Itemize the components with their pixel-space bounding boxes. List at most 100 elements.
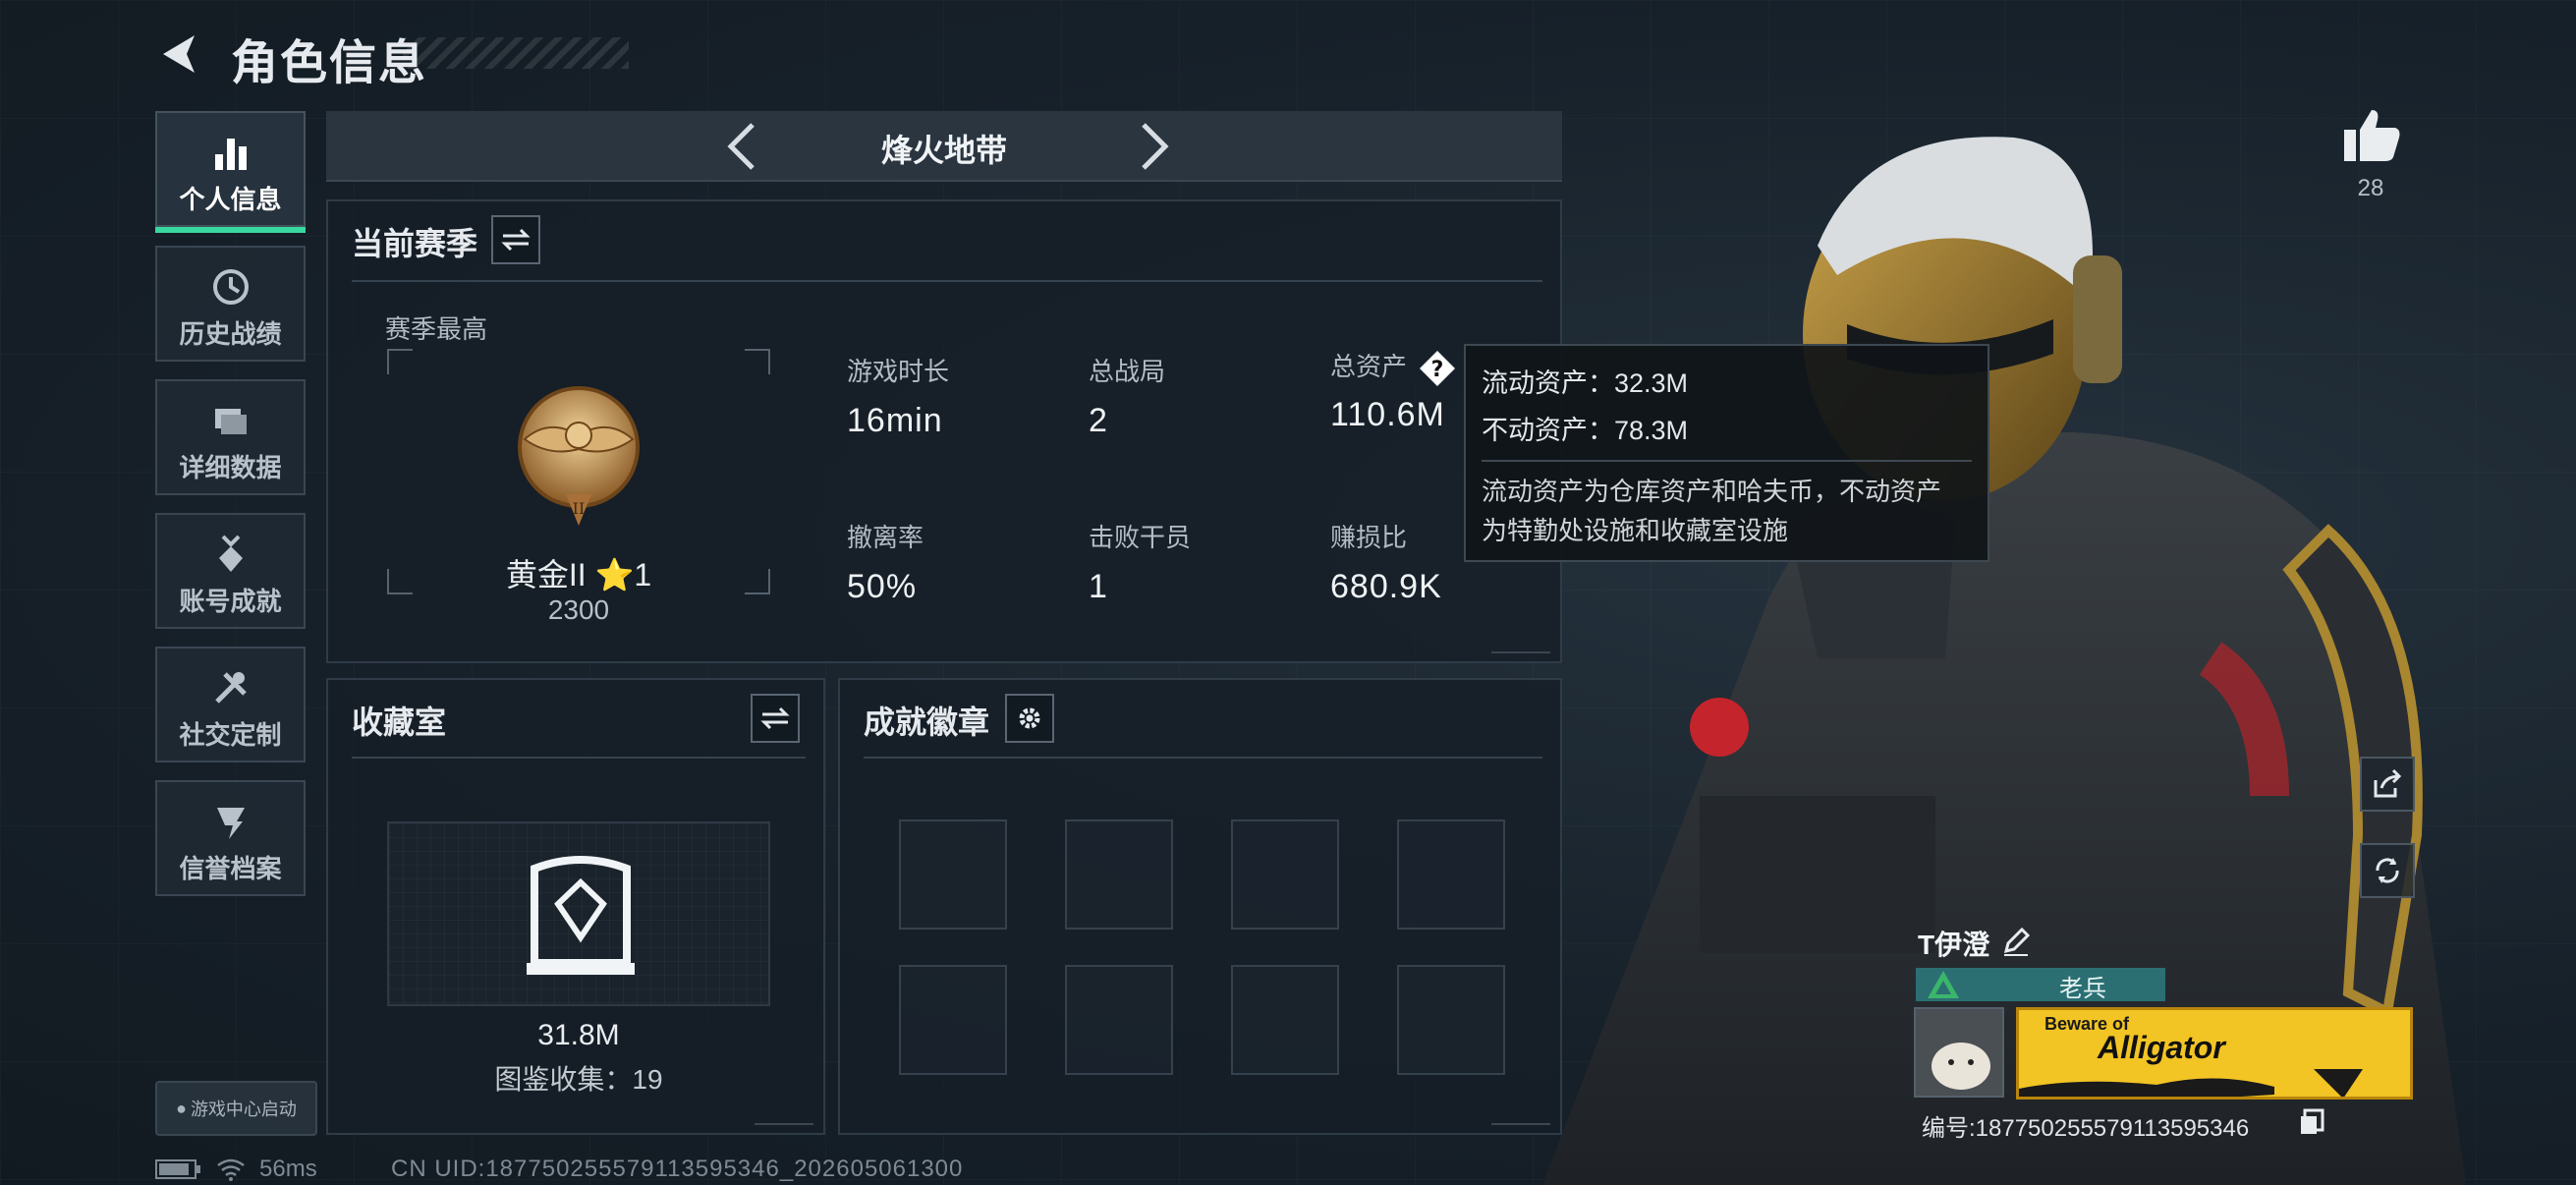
avatar[interactable] bbox=[1914, 1007, 2004, 1098]
mode-selector: 烽火地带 bbox=[326, 111, 1562, 182]
sidebar-item-label: 个人信息 bbox=[179, 185, 282, 214]
stat-label: 赚损比 bbox=[1330, 523, 1408, 552]
sidebar-item-label: 信誉档案 bbox=[179, 854, 282, 883]
mode-title: 烽火地带 bbox=[880, 133, 1007, 168]
swap-arrows-icon bbox=[760, 706, 790, 730]
badge-slot[interactable] bbox=[1231, 819, 1339, 930]
stat-label-row: 总资产 ? bbox=[1330, 347, 1457, 388]
stat-value: 680.9K bbox=[1330, 568, 1442, 605]
sidebar-item-detailed-data[interactable]: 详细数据 bbox=[155, 379, 306, 495]
chevron-right-icon[interactable] bbox=[1124, 119, 1179, 174]
gear-icon bbox=[1019, 707, 1040, 729]
avatar-dog-icon bbox=[1916, 1009, 2002, 1096]
stat-value: 2 bbox=[1089, 402, 1108, 439]
rank-title: 老兵 bbox=[2059, 976, 2106, 1002]
badge-slot[interactable] bbox=[1231, 965, 1339, 1075]
stat-total-matches: 总战局 2 bbox=[1089, 352, 1165, 440]
wrench-icon bbox=[214, 672, 247, 704]
gold-rank-emblem-icon: II bbox=[518, 386, 640, 526]
tooltip-note-line2: 为特勤处设施和收藏室设施 bbox=[1482, 516, 1789, 545]
sidebar-item-social[interactable]: 社交定制 bbox=[155, 647, 306, 762]
stat-value: 110.6M bbox=[1330, 396, 1445, 434]
status-bar: 56ms bbox=[155, 1156, 317, 1183]
medal-icon bbox=[218, 535, 243, 572]
sidebar-item-label: 社交定制 bbox=[179, 720, 282, 750]
like-count: 28 bbox=[2357, 175, 2384, 201]
ping-value: 56ms bbox=[259, 1156, 317, 1182]
sidebar-item-label: 历史战绩 bbox=[179, 319, 282, 349]
collection-preview[interactable] bbox=[387, 821, 770, 1006]
badge-slot[interactable] bbox=[1065, 965, 1173, 1075]
badge-slot[interactable] bbox=[1397, 819, 1505, 930]
stat-value: 50% bbox=[847, 568, 918, 605]
rank-points: 2300 bbox=[547, 594, 610, 625]
rotate-button[interactable] bbox=[2360, 843, 2415, 898]
stat-operators-killed: 击败干员 1 bbox=[1089, 518, 1191, 606]
player-name: T伊澄 bbox=[1918, 930, 1990, 960]
tooltip-fixed-assets: 不动资产：78.3M bbox=[1482, 416, 1689, 445]
stat-profit-loss-ratio: 赚损比 680.9K bbox=[1330, 518, 1442, 606]
stat-value: 1 bbox=[1089, 568, 1108, 605]
assets-tooltip: 流动资产：32.3M 不动资产：78.3M 流动资产为仓库资产和哈夫币，不动资产… bbox=[1464, 344, 1989, 562]
triangle-rank-icon bbox=[1928, 971, 1959, 998]
copy-icon[interactable] bbox=[2299, 1108, 2324, 1136]
pencil-edit-icon[interactable] bbox=[2000, 926, 2032, 957]
back-arrow-icon[interactable] bbox=[155, 29, 204, 79]
divider bbox=[352, 280, 1542, 282]
thumbs-up-icon[interactable] bbox=[2340, 106, 2401, 163]
game-center-label: 游戏中心启动 bbox=[190, 1100, 297, 1119]
penguin-icon: ● bbox=[176, 1098, 187, 1118]
uid-text: CN UID:18775025557911359534​6_2026050613… bbox=[391, 1156, 964, 1182]
collection-value: 31.8M bbox=[537, 1019, 620, 1051]
svg-text:?: ? bbox=[1431, 358, 1444, 382]
badge-slot[interactable] bbox=[1065, 819, 1173, 930]
stat-extract-rate: 撤离率 50% bbox=[847, 518, 924, 606]
game-center-button[interactable]: ● 游戏中心启动 bbox=[155, 1081, 317, 1136]
stat-play-time: 游戏时长 16min bbox=[847, 352, 949, 440]
tooltip-note-line1: 流动资产为仓库资产和哈夫币，不动资产 bbox=[1482, 477, 1942, 506]
achievements-title: 成就徽章 bbox=[864, 705, 990, 740]
title-decoration bbox=[403, 37, 629, 69]
season-panel: 当前赛季 赛季最高 II 黄金II ⭐1 2300 游戏时长 16min 总战局… bbox=[326, 199, 1562, 663]
divider bbox=[864, 757, 1542, 759]
svg-text:II: II bbox=[573, 499, 586, 518]
alligator-illustration bbox=[2019, 1069, 2363, 1097]
stat-label: 总战局 bbox=[1089, 357, 1166, 386]
page-title: 角色信息 bbox=[231, 37, 428, 89]
vault-display-icon bbox=[527, 856, 635, 975]
nameplate-banner[interactable]: Beware of Alligator bbox=[2016, 1007, 2413, 1100]
season-best-label: 赛季最高 bbox=[385, 314, 488, 344]
sidebar-item-label: 详细数据 bbox=[179, 453, 282, 482]
sidebar-item-personal-info[interactable]: 个人信息 bbox=[155, 111, 306, 233]
stat-label: 击败干员 bbox=[1089, 523, 1192, 552]
wifi-icon bbox=[217, 1158, 245, 1181]
collection-count: 图鉴收集：19 bbox=[494, 1064, 663, 1095]
badge-slot[interactable] bbox=[899, 965, 1007, 1075]
badge-slot[interactable] bbox=[1397, 965, 1505, 1075]
switch-collection-button[interactable] bbox=[751, 694, 800, 743]
stat-label: 总资产 bbox=[1330, 352, 1408, 381]
badge-slot[interactable] bbox=[899, 819, 1007, 930]
credit-shield-icon bbox=[216, 808, 245, 839]
stat-label: 游戏时长 bbox=[847, 357, 950, 386]
switch-season-button[interactable] bbox=[491, 215, 540, 264]
stat-value: 16min bbox=[847, 402, 943, 439]
collection-title: 收藏室 bbox=[352, 705, 447, 740]
share-icon bbox=[2374, 768, 2402, 798]
sidebar-item-credit[interactable]: 信誉档案 bbox=[155, 780, 306, 896]
season-title: 当前赛季 bbox=[352, 226, 478, 261]
share-button[interactable] bbox=[2360, 757, 2415, 812]
divider bbox=[1482, 460, 1972, 462]
history-clock-icon bbox=[212, 269, 249, 305]
stat-label: 撤离率 bbox=[847, 523, 924, 552]
achievement-settings-button[interactable] bbox=[1005, 694, 1054, 743]
bar-chart-icon bbox=[214, 139, 247, 170]
rank-name: 黄金II ⭐1 bbox=[505, 557, 652, 592]
achievements-panel: 成就徽章 bbox=[838, 678, 1562, 1135]
sidebar-item-achievements[interactable]: 账号成就 bbox=[155, 513, 306, 629]
folder-stack-icon bbox=[214, 409, 247, 434]
sidebar-item-history[interactable]: 历史战绩 bbox=[155, 246, 306, 362]
sidebar-item-label: 账号成就 bbox=[179, 587, 282, 616]
battery-icon bbox=[155, 1159, 200, 1179]
question-mark-icon[interactable]: ? bbox=[1418, 349, 1457, 388]
